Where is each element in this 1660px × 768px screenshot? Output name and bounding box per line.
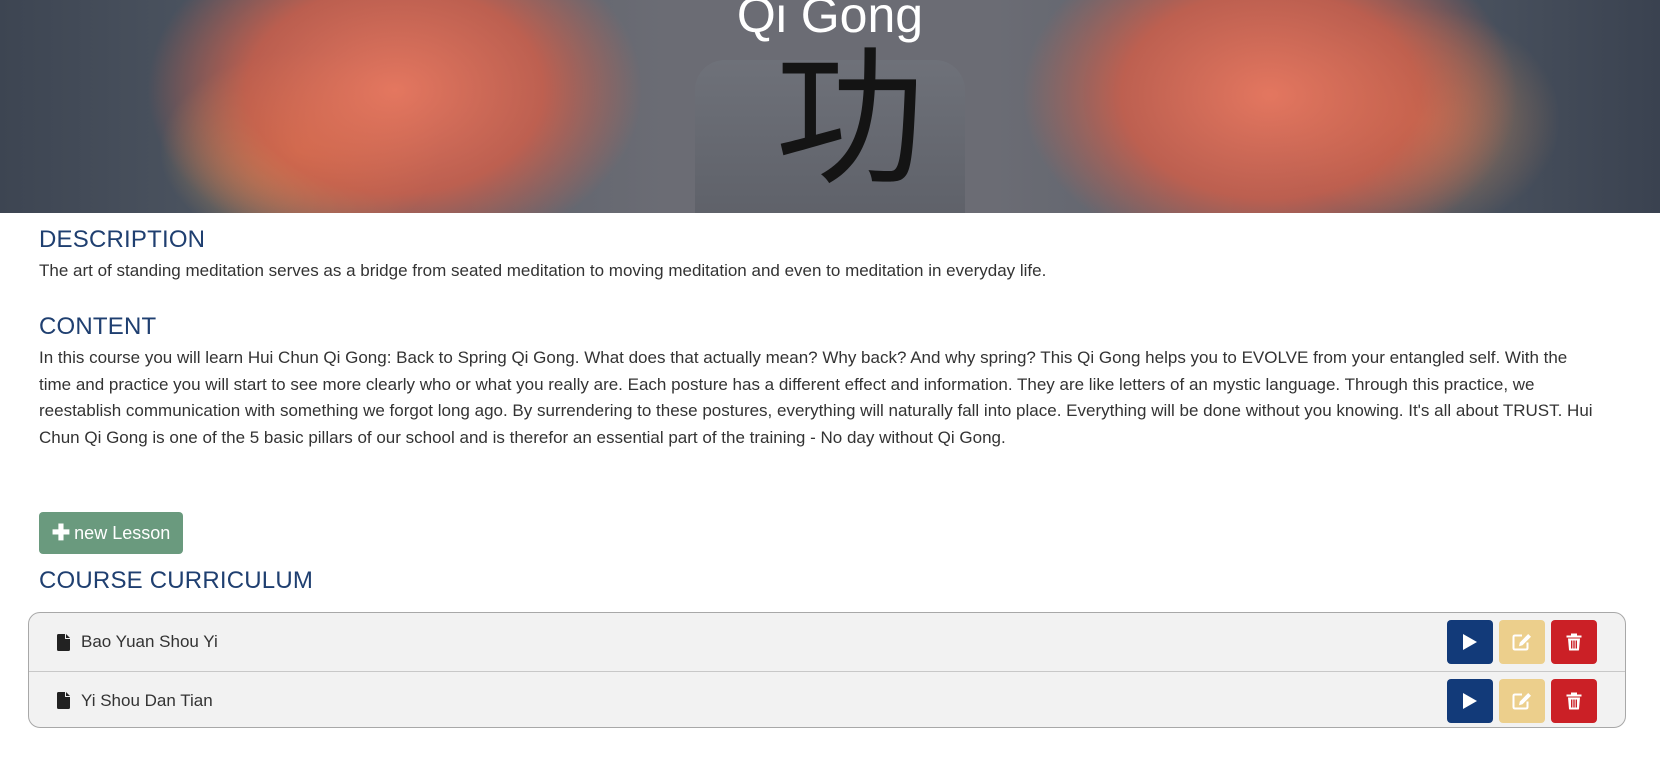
edit-lesson-button[interactable] (1499, 679, 1545, 723)
lesson-row[interactable]: Bao Yuan Shou Yi (29, 613, 1625, 671)
trash-icon (1566, 692, 1582, 710)
edit-icon (1512, 634, 1531, 651)
play-icon (1463, 693, 1477, 709)
plus-icon: ✚ (51, 520, 71, 545)
description-text: The art of standing meditation serves as… (39, 261, 1047, 280)
play-lesson-button[interactable] (1447, 679, 1493, 723)
trash-icon (1566, 633, 1582, 651)
content-text: In this course you will learn Hui Chun Q… (39, 348, 1593, 447)
edit-icon (1512, 693, 1531, 710)
curriculum-section: COURSE CURRICULUM (39, 567, 1599, 595)
lesson-actions (1447, 679, 1597, 723)
course-title: Qi Gong (736, 0, 924, 43)
new-lesson-label: new Lesson (74, 522, 171, 543)
curriculum-list: Bao Yuan Shou Yi Yi Shou Dan Tian (28, 612, 1626, 728)
file-icon (57, 633, 70, 651)
course-hero-banner: 功 Qi Gong (0, 0, 1660, 213)
hero-glyph: 功 (775, 33, 926, 207)
edit-lesson-button[interactable] (1499, 620, 1545, 664)
delete-lesson-button[interactable] (1551, 679, 1597, 723)
lesson-title: Yi Shou Dan Tian (81, 690, 213, 710)
description-heading: DESCRIPTION (39, 226, 206, 253)
description-section: DESCRIPTION The art of standing meditati… (39, 226, 1599, 285)
file-icon (57, 692, 70, 709)
content-section: CONTENT In this course you will learn Hu… (39, 313, 1599, 451)
lesson-actions (1447, 620, 1597, 664)
content-heading: CONTENT (39, 313, 157, 340)
delete-lesson-button[interactable] (1551, 620, 1597, 664)
play-lesson-button[interactable] (1447, 620, 1493, 664)
play-icon (1463, 634, 1477, 650)
curriculum-heading: COURSE CURRICULUM (39, 567, 314, 594)
lesson-row[interactable]: Yi Shou Dan Tian (29, 671, 1625, 727)
new-lesson-button[interactable]: ✚ new Lesson (39, 512, 183, 554)
lesson-title: Bao Yuan Shou Yi (81, 632, 218, 651)
